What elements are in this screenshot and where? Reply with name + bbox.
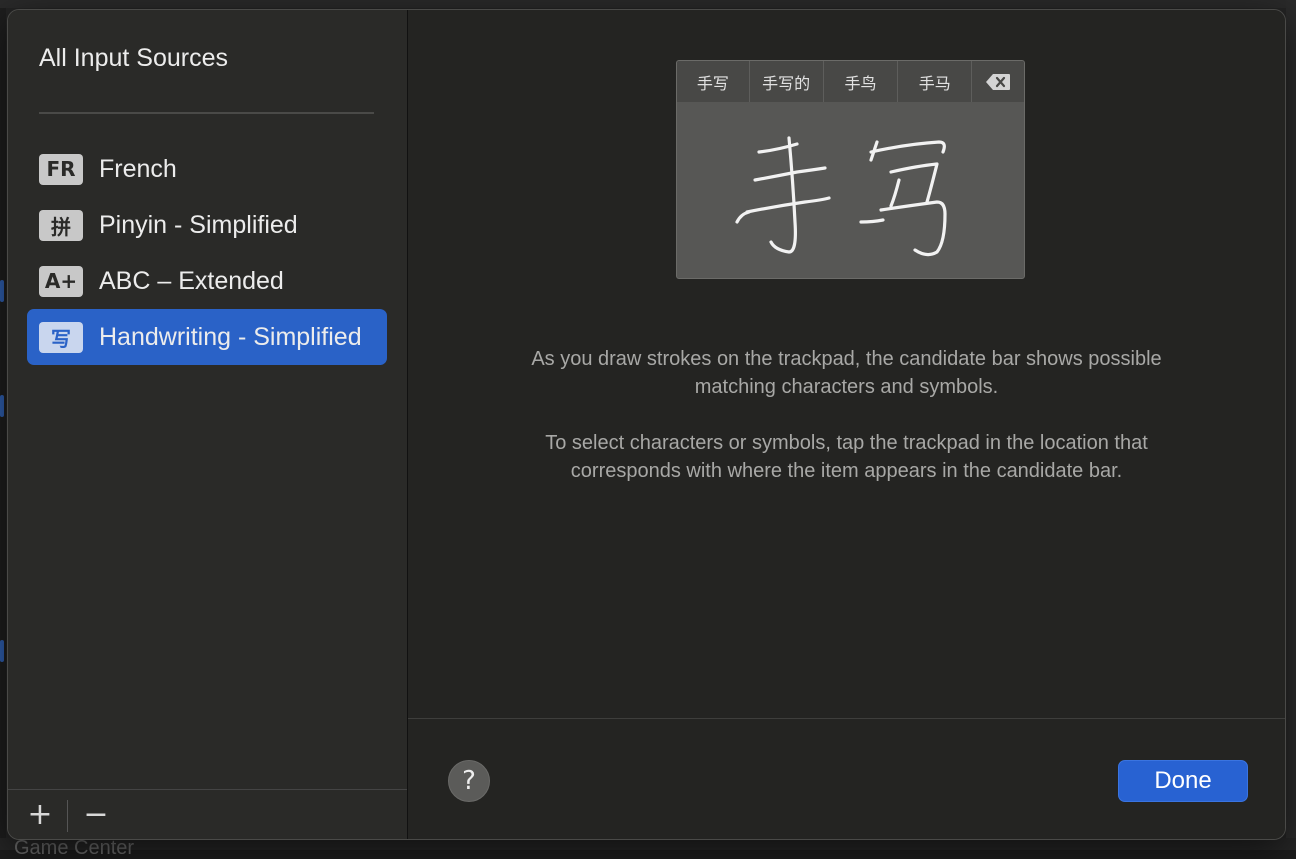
- source-label: Pinyin - Simplified: [99, 210, 298, 239]
- backdrop-left-edge: [0, 0, 6, 850]
- handwriting-description: As you draw strokes on the trackpad, the…: [508, 345, 1185, 513]
- input-sources-sheet: All Input Sources FR French 拼 Pinyin - S…: [7, 9, 1286, 840]
- source-badge-icon: 拼: [39, 209, 83, 241]
- source-item-abc-extended[interactable]: A+ ABC – Extended: [27, 253, 387, 309]
- candidate-item: 手写: [677, 61, 750, 102]
- description-paragraph-2: To select characters or symbols, tap the…: [545, 432, 1148, 482]
- done-button[interactable]: Done: [1118, 760, 1248, 802]
- sidebar-divider: [39, 112, 374, 114]
- handwriting-preview: 手写 手写的 手鸟 手马: [676, 60, 1025, 279]
- source-label: ABC – Extended: [99, 266, 284, 295]
- add-source-button[interactable]: +: [20, 798, 60, 832]
- footer-separator: [67, 800, 68, 832]
- sidebar-title: All Input Sources: [39, 44, 228, 72]
- source-item-french[interactable]: FR French: [27, 141, 387, 197]
- source-item-handwriting-simplified[interactable]: 写 Handwriting - Simplified: [27, 309, 387, 365]
- input-source-list: FR French 拼 Pinyin - Simplified A+ ABC –…: [27, 141, 387, 365]
- source-label: Handwriting - Simplified: [99, 322, 362, 351]
- remove-source-button[interactable]: −: [76, 798, 116, 832]
- source-label: French: [99, 154, 177, 183]
- input-sources-sidebar: All Input Sources FR French 拼 Pinyin - S…: [8, 10, 408, 839]
- candidate-bar: 手写 手写的 手鸟 手马: [677, 61, 1024, 102]
- source-badge-icon: FR: [39, 153, 83, 185]
- sidebar-footer: + −: [8, 789, 407, 839]
- footer-divider: [408, 718, 1285, 719]
- backdrop-right-edge: [1286, 0, 1296, 850]
- backdrop-accent-mark: [0, 395, 4, 417]
- delete-left-icon: [972, 61, 1024, 102]
- backdrop-partial-label: Game Center: [14, 837, 135, 859]
- backdrop-accent-mark: [0, 280, 4, 302]
- help-button[interactable]: ?: [448, 760, 490, 802]
- source-item-pinyin-simplified[interactable]: 拼 Pinyin - Simplified: [27, 197, 387, 253]
- source-badge-icon: A+: [39, 265, 83, 297]
- source-badge-icon: 写: [39, 321, 83, 353]
- candidate-item: 手鸟: [824, 61, 899, 102]
- candidate-item: 手马: [898, 61, 973, 102]
- candidate-item: 手写的: [750, 61, 824, 102]
- source-detail-pane: 手写 手写的 手鸟 手马 As you draw strokes on the …: [408, 10, 1285, 839]
- handwritten-ink: [735, 136, 947, 257]
- description-paragraph-1: As you draw strokes on the trackpad, the…: [531, 348, 1162, 398]
- backdrop-top-strip: [0, 0, 1296, 8]
- backdrop-accent-mark: [0, 640, 4, 662]
